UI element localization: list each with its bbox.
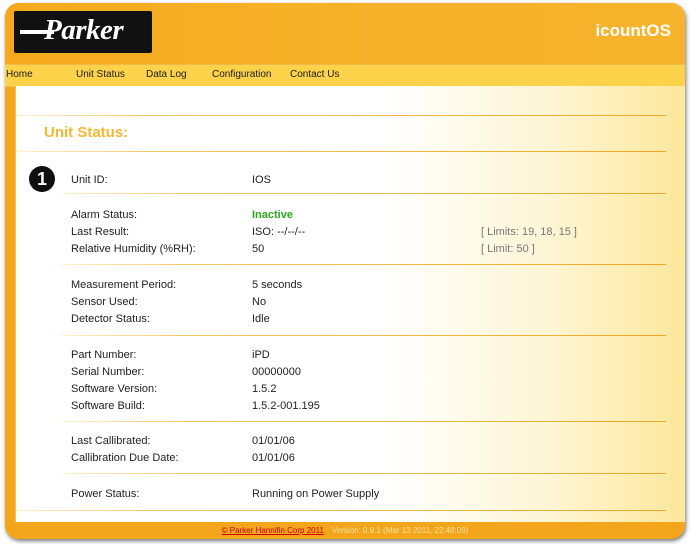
software-build-value: 1.5.2-001.195 [252,400,320,412]
nav-data-log[interactable]: Data Log [146,69,187,80]
callout-badge: 1 [29,166,55,192]
nav-contact-us[interactable]: Contact Us [290,69,339,80]
divider [62,335,666,336]
divider [62,421,666,422]
main-content: Unit Status: 1 Unit ID: IOS Alarm Status… [15,86,685,522]
software-build-label: Software Build: [71,400,145,412]
power-status-value: Running on Power Supply [252,488,380,500]
last-result-limits: [ Limits: 19, 18, 15 ] [481,226,577,238]
last-calibrated-label: Last Callibrated: [71,435,151,447]
divider [16,510,666,511]
logo-wordmark: Parker [44,14,124,46]
humidity-limit: [ Limit: 50 ] [481,243,535,255]
unit-id-value: IOS [252,174,271,186]
detector-status-value: Idle [252,313,270,325]
copyright-link[interactable]: © Parker Hannifin Corp 2011 [222,526,324,535]
serial-number-value: 00000000 [252,366,301,378]
footer: © Parker Hannifin Corp 2011 Version: 0.9.… [5,522,685,539]
divider [16,151,666,152]
humidity-label: Relative Humidity (%RH): [71,243,196,255]
nav-home[interactable]: Home [6,69,33,80]
last-result-label: Last Result: [71,226,130,238]
divider [62,193,666,194]
unit-id-label: Unit ID: [71,174,108,186]
last-result-value: ISO: --/--/-- [252,226,306,238]
version-text: Version: 0.9.1 (Mar 13 2011, 22:48:09) [331,526,469,535]
part-number-value: iPD [252,349,270,361]
app-window: Parker icountOS Home Unit Status Data Lo… [5,3,685,539]
header: Parker icountOS [5,3,685,64]
nav-configuration[interactable]: Configuration [212,69,271,80]
calibration-due-label: Callibration Due Date: [71,452,179,464]
serial-number-label: Serial Number: [71,366,145,378]
main-nav: Home Unit Status Data Log Configuration … [5,64,685,87]
divider [62,473,666,474]
sensor-used-value: No [252,296,267,308]
humidity-value: 50 [252,243,265,255]
calibration-due-value: 01/01/06 [252,452,295,464]
measurement-period-value: 5 seconds [252,279,303,291]
last-calibrated-value: 01/01/06 [252,435,295,447]
part-number-label: Part Number: [71,349,137,361]
sensor-used-label: Sensor Used: [71,296,138,308]
power-status-label: Power Status: [71,488,140,500]
software-version-value: 1.5.2 [252,383,277,395]
alarm-status-value: Inactive [252,209,293,221]
app-title: icountOS [595,21,671,40]
alarm-status-label: Alarm Status: [71,209,138,221]
parker-logo[interactable]: Parker [14,11,152,53]
divider [62,264,666,265]
measurement-period-label: Measurement Period: [71,279,177,291]
detector-status-label: Detector Status: [71,313,150,325]
software-version-label: Software Version: [71,383,158,395]
section-title: Unit Status: [44,124,129,141]
divider [16,115,666,116]
nav-unit-status[interactable]: Unit Status [76,69,125,80]
